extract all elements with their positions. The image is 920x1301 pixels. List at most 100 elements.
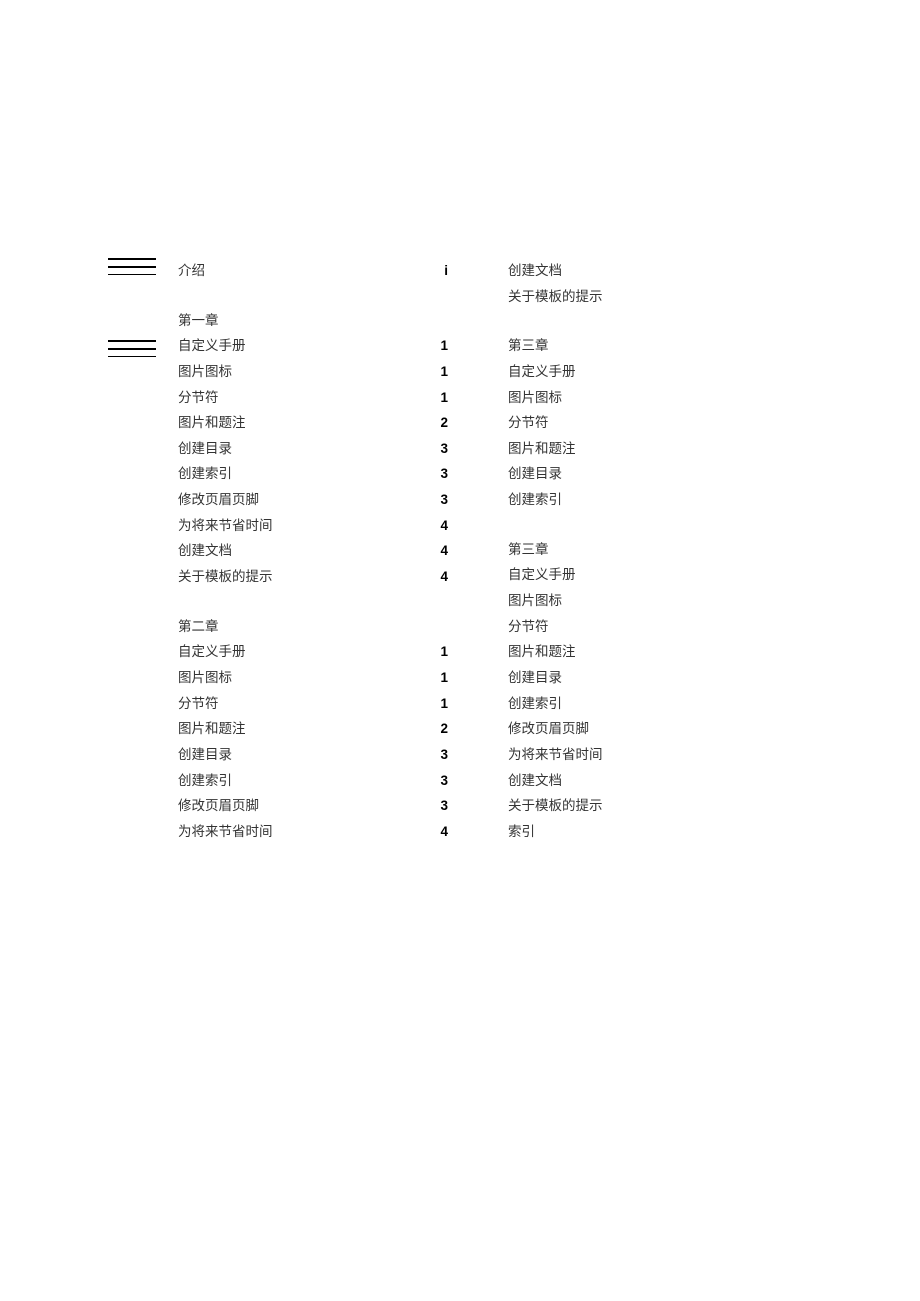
spacer [178, 590, 448, 614]
toc-page-number: 1 [440, 385, 448, 411]
toc-group: 第二章 自定义手册 1 图片图标 1 分节符 1 图片和题注 2 [178, 614, 448, 845]
toc-page-number: 4 [440, 538, 448, 564]
toc-page-number: 1 [440, 665, 448, 691]
line [108, 356, 156, 357]
toc-label: 分节符 [508, 410, 549, 436]
toc-row: 图片和题注 [508, 639, 708, 665]
toc-heading: 第二章 [178, 614, 448, 640]
toc-label: 分节符 [178, 691, 219, 717]
line [108, 266, 156, 268]
toc-label: 创建目录 [508, 665, 562, 691]
toc-row: 关于模板的提示 [508, 793, 708, 819]
toc-label: 分节符 [178, 385, 219, 411]
toc-row: 自定义手册 1 [178, 333, 448, 359]
toc-label: 自定义手册 [178, 639, 246, 665]
toc-label: 创建目录 [508, 461, 562, 487]
toc-label: 创建索引 [178, 461, 232, 487]
toc-row: 图片和题注 2 [178, 716, 448, 742]
toc-row: 索引 [508, 819, 708, 845]
toc-row: 创建索引 [508, 487, 708, 513]
toc-row: 创建文档 [508, 258, 708, 284]
toc-row: 创建目录 3 [178, 436, 448, 462]
toc-content: 介绍 i 第一章 自定义手册 1 图片图标 1 分节符 1 [178, 258, 860, 844]
toc-label: 为将来节省时间 [178, 819, 273, 845]
decorative-lines-top [108, 258, 156, 281]
toc-row: 自定义手册 [508, 359, 708, 385]
toc-page-number: 1 [440, 333, 448, 359]
toc-row: 创建索引 3 [178, 768, 448, 794]
toc-page-number: 3 [440, 768, 448, 794]
toc-row: 创建目录 3 [178, 742, 448, 768]
toc-label: 图片图标 [178, 359, 232, 385]
line [108, 258, 156, 260]
toc-heading: 第三章 [508, 333, 708, 359]
decorative-lines-side [108, 340, 156, 363]
toc-label: 修改页眉页脚 [508, 716, 589, 742]
toc-row: 修改页眉页脚 [508, 716, 708, 742]
toc-row: 创建目录 [508, 665, 708, 691]
toc-label: 自定义手册 [178, 333, 246, 359]
toc-label: 自定义手册 [508, 562, 576, 588]
toc-row: 图片和题注 2 [178, 410, 448, 436]
line [108, 348, 156, 350]
toc-label: 索引 [508, 819, 535, 845]
toc-group: 创建文档 关于模板的提示 [508, 258, 708, 309]
toc-row: 为将来节省时间 4 [178, 819, 448, 845]
toc-label: 创建索引 [508, 691, 562, 717]
toc-label: 关于模板的提示 [178, 564, 273, 590]
toc-label: 修改页眉页脚 [178, 793, 259, 819]
toc-page-number: i [444, 258, 448, 284]
toc-row: 图片和题注 [508, 436, 708, 462]
toc-row: 关于模板的提示 4 [178, 564, 448, 590]
toc-label: 创建文档 [508, 768, 562, 794]
toc-page-number: 3 [440, 436, 448, 462]
toc-label: 图片图标 [508, 588, 562, 614]
spacer [508, 513, 708, 537]
toc-label: 图片图标 [178, 665, 232, 691]
toc-page-number: 2 [440, 716, 448, 742]
toc-label: 关于模板的提示 [508, 793, 603, 819]
toc-row: 修改页眉页脚 3 [178, 487, 448, 513]
spacer [508, 309, 708, 333]
toc-label: 创建索引 [508, 487, 562, 513]
toc-row: 分节符 [508, 614, 708, 640]
toc-row: 修改页眉页脚 3 [178, 793, 448, 819]
toc-label: 为将来节省时间 [508, 742, 603, 768]
toc-row: 创建文档 [508, 768, 708, 794]
toc-row: 创建索引 [508, 691, 708, 717]
toc-label: 图片和题注 [178, 410, 246, 436]
toc-label: 创建文档 [178, 538, 232, 564]
toc-page-number: 4 [440, 819, 448, 845]
toc-row: 为将来节省时间 4 [178, 513, 448, 539]
toc-page: 介绍 i 第一章 自定义手册 1 图片图标 1 分节符 1 [0, 0, 920, 844]
toc-page-number: 1 [440, 639, 448, 665]
toc-row: 自定义手册 [508, 562, 708, 588]
toc-row: 分节符 [508, 410, 708, 436]
toc-row: 图片图标 [508, 588, 708, 614]
toc-group: 第三章 自定义手册 图片图标 分节符 图片和题注 创建目录 创建索引 [508, 537, 708, 845]
toc-row: 创建索引 3 [178, 461, 448, 487]
toc-row: 图片图标 1 [178, 359, 448, 385]
toc-row: 创建目录 [508, 461, 708, 487]
toc-row: 为将来节省时间 [508, 742, 708, 768]
toc-label: 自定义手册 [508, 359, 576, 385]
toc-row: 关于模板的提示 [508, 284, 708, 310]
toc-label: 图片和题注 [178, 716, 246, 742]
line [108, 274, 156, 275]
toc-label: 图片和题注 [508, 639, 576, 665]
toc-column-left: 介绍 i 第一章 自定义手册 1 图片图标 1 分节符 1 [178, 258, 448, 844]
toc-label: 图片图标 [508, 385, 562, 411]
toc-row: 图片图标 [508, 385, 708, 411]
toc-column-right: 创建文档 关于模板的提示 第三章 自定义手册 图片图标 分节符 [508, 258, 708, 844]
toc-label: 创建目录 [178, 742, 232, 768]
toc-label: 创建索引 [178, 768, 232, 794]
toc-label: 为将来节省时间 [178, 513, 273, 539]
toc-label: 关于模板的提示 [508, 284, 603, 310]
toc-intro-row: 介绍 i [178, 258, 448, 284]
toc-row: 分节符 1 [178, 691, 448, 717]
toc-label: 修改页眉页脚 [178, 487, 259, 513]
toc-label: 创建目录 [178, 436, 232, 462]
toc-page-number: 1 [440, 359, 448, 385]
toc-label: 分节符 [508, 614, 549, 640]
line [108, 340, 156, 342]
